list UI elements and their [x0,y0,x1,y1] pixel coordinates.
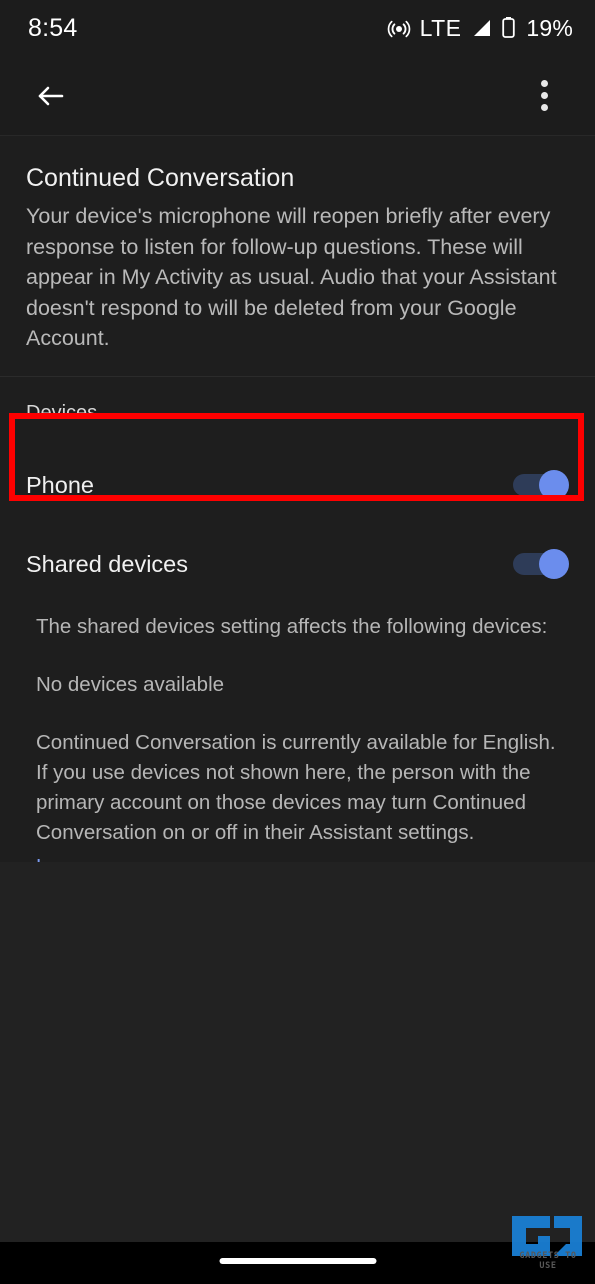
battery-icon [501,16,516,40]
app-bar [0,56,595,135]
toggle-phone[interactable] [513,470,569,500]
no-devices-text: No devices available [36,672,225,696]
watermark-text: GADGETS TO USE [519,1251,577,1271]
status-icons: LTE 19% [387,15,573,42]
shared-devices-info-block: The shared devices setting affects the f… [0,604,595,882]
section-header-devices: Devices [26,401,98,424]
back-arrow-icon[interactable] [24,70,76,122]
setting-row-phone-label: Phone [26,471,94,498]
hotspot-icon [387,16,411,40]
network-type-label: LTE [419,14,462,41]
more-vertical-icon[interactable] [518,70,570,122]
affects-devices-text: The shared devices setting affects the f… [36,614,548,638]
toggle-shared-devices-thumb [539,549,569,579]
home-gesture-pill[interactable] [219,1258,376,1264]
settings-content-card: Continued Conversation Your device's mic… [0,135,595,878]
watermark-logo: GADGETS TO USE [506,1212,590,1272]
setting-row-shared-devices-label: Shared devices [26,550,188,577]
setting-row-phone[interactable]: Phone [0,446,595,525]
battery-percent-label: 19% [526,14,573,41]
status-time: 8:54 [28,13,78,42]
phone-screen: 8:54 LTE 19% Continued Conversation Your… [0,0,595,1284]
toggle-shared-devices[interactable] [513,549,569,579]
intro-block: Continued Conversation Your device's mic… [0,136,595,376]
signal-icon [470,17,492,39]
availability-paragraph: Continued Conversation is currently avai… [36,730,556,844]
setting-row-shared-devices[interactable]: Shared devices [0,525,595,604]
status-bar: 8:54 LTE 19% [0,0,595,56]
overflow-dots [540,80,548,111]
toggle-phone-thumb [539,470,569,500]
page-description: Your device's microphone will reopen bri… [26,204,557,350]
empty-area [0,862,595,1242]
page-title: Continued Conversation [26,164,295,192]
